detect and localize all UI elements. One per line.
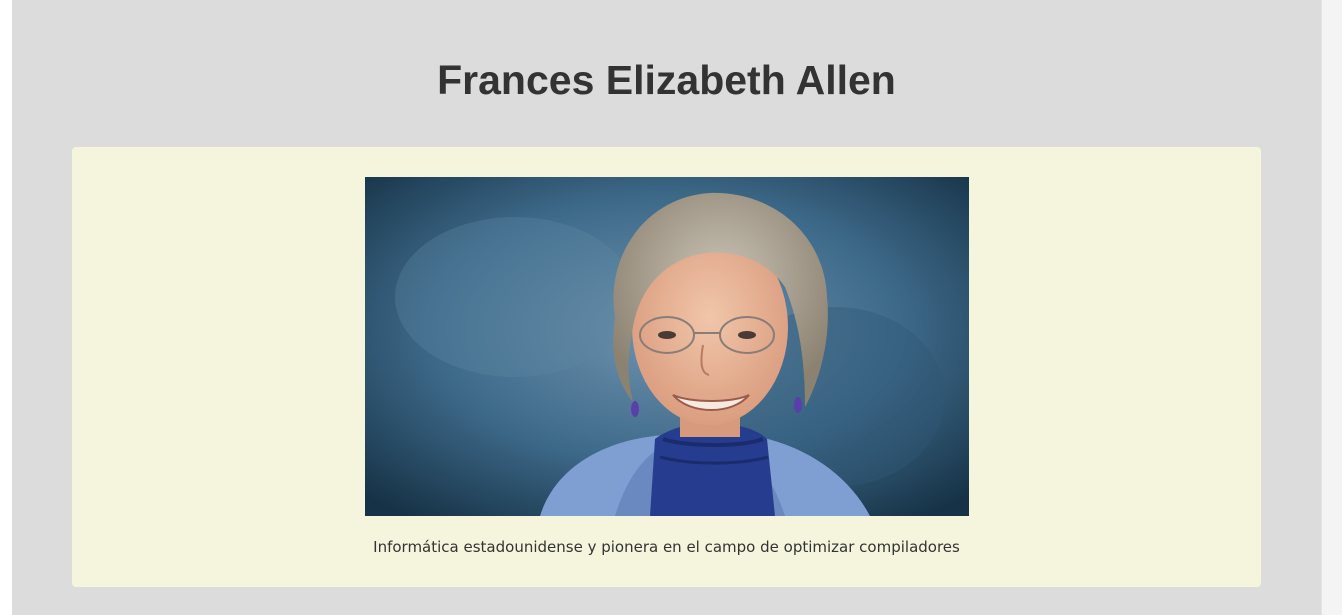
portrait-photo	[365, 177, 969, 516]
page-container: Frances Elizabeth Allen Informática esta…	[12, 0, 1321, 615]
page-title: Frances Elizabeth Allen	[437, 57, 896, 103]
tribute-card: Informática estadounidense y pionera en …	[72, 147, 1261, 587]
vertical-scrollbar[interactable]	[1321, 0, 1342, 615]
photo-caption: Informática estadounidense y pionera en …	[373, 538, 960, 556]
